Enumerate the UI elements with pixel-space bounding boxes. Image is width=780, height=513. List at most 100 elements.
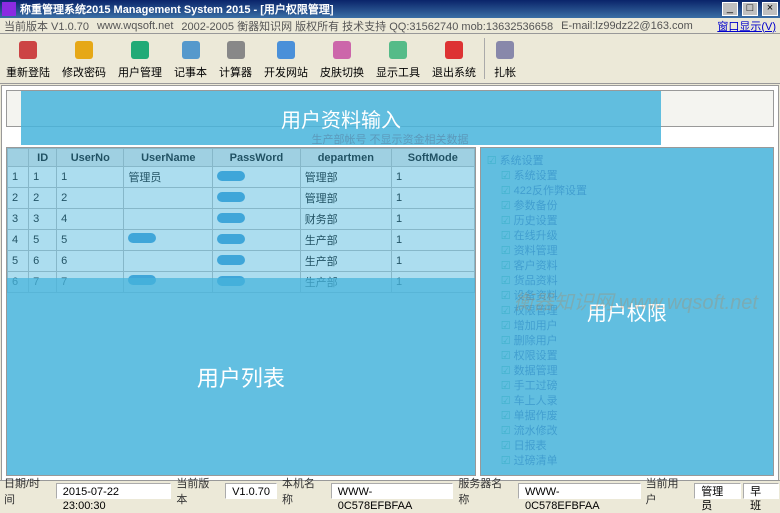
grid-header[interactable]: ID bbox=[29, 149, 57, 167]
blurred-cell: ● bbox=[217, 255, 245, 265]
window-menu[interactable]: 窗口显示(V) bbox=[717, 18, 776, 34]
grid-cell bbox=[124, 251, 213, 272]
grid-cell: 1 bbox=[391, 230, 474, 251]
tool-label: 用户管理 bbox=[118, 64, 162, 80]
grid-cell: 4 bbox=[8, 230, 29, 251]
grid-cell: 1 bbox=[8, 167, 29, 188]
tool-icon bbox=[274, 38, 298, 62]
tool-icon bbox=[72, 38, 96, 62]
tool-icon bbox=[16, 38, 40, 62]
status-host-label: 本机名称 bbox=[278, 474, 330, 508]
tool-4[interactable]: 计算器 bbox=[213, 34, 258, 83]
tool-label: 显示工具 bbox=[376, 64, 420, 80]
tool-icon bbox=[128, 38, 152, 62]
grid-header[interactable] bbox=[8, 149, 29, 167]
tool-label: 扎帐 bbox=[494, 64, 516, 80]
tool-label: 记事本 bbox=[174, 64, 207, 80]
table-row[interactable]: 222●管理部1 bbox=[8, 188, 475, 209]
grid-cell: 6 bbox=[29, 251, 57, 272]
grid-cell: 1 bbox=[57, 167, 124, 188]
grid-header[interactable]: SoftMode bbox=[391, 149, 474, 167]
tool-label: 退出系统 bbox=[432, 64, 476, 80]
tool-0[interactable]: 重新登陆 bbox=[0, 34, 56, 83]
grid-header[interactable]: UserNo bbox=[57, 149, 124, 167]
status-user-label: 当前用户 bbox=[642, 474, 694, 508]
toolbar: 重新登陆修改密码用户管理记事本计算器开发网站皮肤切换显示工具退出系统 扎帐 bbox=[0, 34, 780, 84]
blurred-cell: 杰 bbox=[128, 233, 156, 243]
site-link[interactable]: www.wqsoft.net bbox=[97, 20, 173, 32]
tool-icon bbox=[493, 38, 517, 62]
blurred-cell: ●9 bbox=[217, 171, 245, 181]
blurred-cell: ● bbox=[217, 234, 245, 244]
status-ver: V1.0.70 bbox=[225, 483, 277, 499]
table-row[interactable]: 334●财务部1 bbox=[8, 209, 475, 230]
tool-label: 开发网站 bbox=[264, 64, 308, 80]
grid-cell: 2 bbox=[29, 188, 57, 209]
copyright-text: 2002-2005 衡器知识网 版权所有 技术支持 QQ:31562740 mo… bbox=[181, 18, 553, 34]
permission-pane: 系统设置系统设置422反作弊设置参数备份历史设置在线升级资料管理客户资料货品资料… bbox=[480, 147, 774, 476]
status-ver-label: 当前版本 bbox=[172, 474, 224, 508]
grid-cell: 2 bbox=[8, 188, 29, 209]
overlay-input: 用户资料输入 bbox=[21, 91, 661, 145]
grid-cell: 管理部 bbox=[300, 188, 391, 209]
titlebar: 称重管理系统2015 Management System 2015 - [用户权… bbox=[0, 0, 780, 18]
grid-cell: 1 bbox=[391, 209, 474, 230]
grid-cell: 1 bbox=[391, 251, 474, 272]
status-date: 2015-07-22 23:00:30 bbox=[56, 483, 172, 499]
blurred-cell: ● bbox=[217, 192, 245, 202]
overlay-list: 用户列表 bbox=[7, 278, 475, 475]
tool-label: 计算器 bbox=[219, 64, 252, 80]
tool-5[interactable]: 开发网站 bbox=[258, 34, 314, 83]
tool-3[interactable]: 记事本 bbox=[168, 34, 213, 83]
status-host: WWW-0C578EFBFAA bbox=[331, 483, 454, 499]
status-bar: 日期/时间 2015-07-22 23:00:30 当前版本 V1.0.70 本… bbox=[0, 480, 780, 500]
status-date-label: 日期/时间 bbox=[0, 474, 55, 508]
tool-icon bbox=[330, 38, 354, 62]
grid-header[interactable]: departmen bbox=[300, 149, 391, 167]
grid-cell: 管理员 bbox=[124, 167, 213, 188]
tool-8[interactable]: 退出系统 bbox=[426, 34, 482, 83]
blurred-cell: ● bbox=[217, 213, 245, 223]
grid-cell: 3 bbox=[8, 209, 29, 230]
status-srv: WWW-0C578EFBFAA bbox=[518, 483, 641, 499]
tool-icon bbox=[386, 38, 410, 62]
grid-cell: 2 bbox=[57, 188, 124, 209]
maximize-button[interactable]: □ bbox=[742, 2, 758, 16]
grid-cell: 5 bbox=[8, 251, 29, 272]
status-srv-label: 服务器名称 bbox=[454, 474, 517, 508]
tool-6[interactable]: 皮肤切换 bbox=[314, 34, 370, 83]
grid-cell: 生产部 bbox=[300, 230, 391, 251]
tool-label: 重新登陆 bbox=[6, 64, 50, 80]
tool-7[interactable]: 显示工具 bbox=[370, 34, 426, 83]
close-button[interactable]: × bbox=[762, 2, 778, 16]
grid-cell: 6 bbox=[57, 251, 124, 272]
main-area: 用户资料输入 生产部帐号 不显示资金相关数据 IDUserNoUserNameP… bbox=[1, 85, 779, 481]
grid-cell bbox=[124, 188, 213, 209]
info-bar: 当前版本 V1.0.70 www.wqsoft.net 2002-2005 衡器… bbox=[0, 18, 780, 34]
status-user: 管理员 bbox=[694, 483, 741, 499]
tool-icon bbox=[442, 38, 466, 62]
grid-cell: 财务部 bbox=[300, 209, 391, 230]
email-text: E-mail:lz99dz22@163.com bbox=[561, 20, 693, 32]
table-row[interactable]: 455杰●生产部1 bbox=[8, 230, 475, 251]
grid-cell bbox=[124, 209, 213, 230]
status-shift: 早班 bbox=[743, 483, 779, 499]
user-grid[interactable]: IDUserNoUserNamePassWorddepartmenSoftMod… bbox=[7, 148, 475, 293]
minimize-button[interactable]: _ bbox=[722, 2, 738, 16]
table-row[interactable]: 566●生产部1 bbox=[8, 251, 475, 272]
app-icon bbox=[2, 2, 16, 16]
grid-header[interactable]: UserName bbox=[124, 149, 213, 167]
grid-cell: 4 bbox=[57, 209, 124, 230]
tool-label: 皮肤切换 bbox=[320, 64, 364, 80]
window-title: 称重管理系统2015 Management System 2015 - [用户权… bbox=[20, 1, 721, 17]
tool-1[interactable]: 修改密码 bbox=[56, 34, 112, 83]
grid-cell: 3 bbox=[29, 209, 57, 230]
grid-header[interactable]: PassWord bbox=[213, 149, 301, 167]
grid-cell: 生产部 bbox=[300, 251, 391, 272]
table-row[interactable]: 111管理员●9管理部1 bbox=[8, 167, 475, 188]
tool-9[interactable]: 扎帐 bbox=[487, 34, 523, 83]
grid-cell: 5 bbox=[29, 230, 57, 251]
overlay-perm: 用户权限 bbox=[481, 148, 773, 475]
tool-2[interactable]: 用户管理 bbox=[112, 34, 168, 83]
grid-cell: 1 bbox=[391, 188, 474, 209]
